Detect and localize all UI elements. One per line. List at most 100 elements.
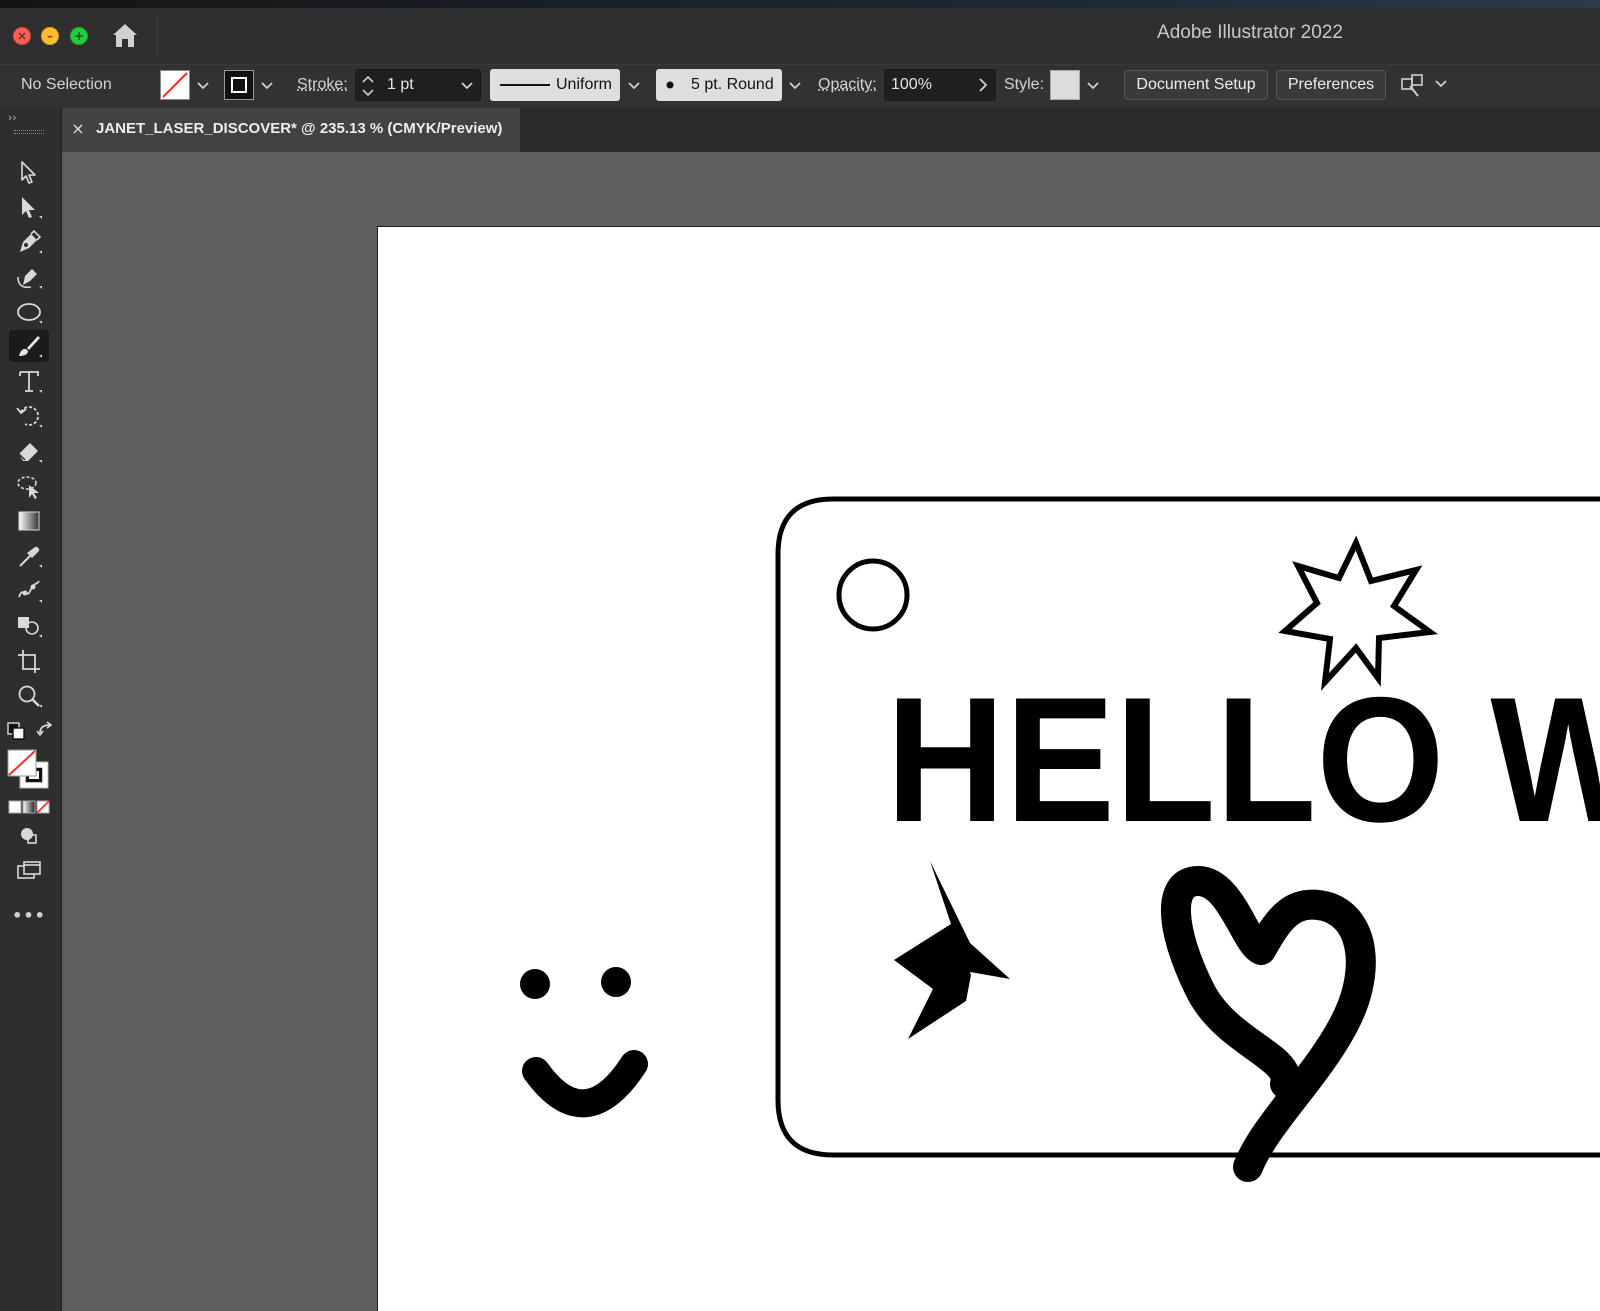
brush-definition[interactable]: 5 pt. Round — [656, 69, 782, 101]
stroke-label[interactable]: Stroke: — [297, 70, 348, 100]
document-tab-label: JANET_LASER_DISCOVER* @ 235.13 % (CMYK/P… — [96, 120, 503, 137]
lasso-tool[interactable] — [9, 470, 49, 502]
stroke-swatch[interactable] — [224, 70, 254, 100]
selection-tool[interactable] — [9, 156, 49, 188]
screen-mode-tool[interactable] — [9, 855, 49, 887]
stroke-color-icon — [231, 77, 247, 93]
heart-shape — [1160, 866, 1376, 1182]
color-controls-row — [6, 721, 56, 743]
variable-width-profile[interactable]: Uniform — [490, 69, 620, 101]
arrange-documents-button[interactable] — [1398, 70, 1428, 100]
home-icon — [113, 24, 137, 47]
artwork: HELLO W — [520, 496, 1600, 1182]
smiley-mouth — [522, 1050, 648, 1118]
artboard-tool[interactable] — [9, 645, 49, 677]
document-tab-strip: × JANET_LASER_DISCOVER* @ 235.13 % (CMYK… — [62, 108, 1600, 152]
opacity-field[interactable]: 100% — [884, 69, 996, 101]
stepper-icon — [362, 75, 374, 97]
smiley-right-eye — [601, 967, 631, 997]
tag-heading-text: HELLO W — [886, 660, 1600, 859]
curvature-tool[interactable] — [9, 261, 49, 293]
line-profile-icon — [500, 84, 550, 86]
window-close-button[interactable]: × — [13, 27, 31, 45]
chevron-right-icon — [979, 78, 988, 92]
default-colors-icon[interactable] — [6, 721, 26, 741]
stroke-weight-value: 1 pt — [387, 76, 414, 93]
minimize-icon: – — [47, 29, 53, 43]
zoom-icon: + — [73, 29, 85, 43]
selection-arrow-icon — [21, 161, 36, 184]
eyedropper-tool[interactable] — [9, 540, 49, 572]
stroke-dropdown[interactable] — [256, 70, 278, 100]
direct-selection-tool[interactable] — [9, 191, 49, 223]
type-icon — [19, 371, 42, 393]
color-mode-row — [8, 799, 50, 815]
brush-value: 5 pt. Round — [691, 76, 774, 93]
artboard[interactable]: HELLO W — [377, 226, 1600, 1311]
chevron-down-icon — [1435, 80, 1447, 88]
fill-stroke-swatches[interactable] — [6, 748, 52, 790]
lasso-icon — [17, 476, 39, 499]
document-setup-button[interactable]: Document Setup — [1124, 70, 1268, 100]
opacity-value: 100% — [891, 76, 932, 93]
ellipse-tool[interactable] — [9, 296, 49, 328]
direct-selection-arrow-icon — [22, 197, 42, 219]
chevron-down-icon — [789, 82, 801, 90]
screen-mode-icon — [17, 861, 41, 879]
title-bar: × – + Adobe Illustrator 2022 — [0, 0, 1600, 72]
brush-dropdown[interactable] — [784, 70, 806, 100]
drawing-modes-tool[interactable] — [9, 820, 49, 852]
opacity-label[interactable]: Opacity: — [818, 70, 877, 100]
canvas-area[interactable]: HELLO W — [62, 152, 1600, 1311]
collapse-panel-icon[interactable]: ›› — [8, 112, 17, 124]
close-icon: × — [16, 29, 28, 43]
arrange-documents-icon — [1401, 74, 1423, 97]
filled-star — [894, 861, 1010, 1039]
paintbrush-tool[interactable] — [9, 330, 49, 362]
gradient-tool[interactable] — [9, 505, 49, 537]
rotate-icon — [16, 406, 42, 428]
rotate-tool[interactable] — [9, 400, 49, 432]
style-label: Style: — [1004, 76, 1045, 93]
edit-toolbar-icon[interactable]: ••• — [9, 904, 49, 928]
fill-dropdown[interactable] — [192, 70, 214, 100]
stroke-weight-field[interactable]: 1 pt — [355, 69, 481, 101]
arrange-dropdown[interactable] — [1430, 70, 1452, 100]
graphic-style-swatch[interactable] — [1050, 70, 1080, 100]
title-bar-divider — [157, 16, 158, 56]
artboard-icon — [18, 650, 40, 673]
window-minimize-button[interactable]: – — [41, 27, 59, 45]
eyedropper-icon — [19, 546, 42, 568]
profile-value: Uniform — [556, 76, 613, 93]
panel-grip[interactable] — [14, 130, 44, 134]
eraser-tool[interactable] — [9, 435, 49, 467]
zoom-tool[interactable] — [9, 680, 49, 712]
selection-status: No Selection — [21, 76, 112, 93]
chevron-down-icon — [197, 82, 209, 90]
type-tool[interactable] — [9, 365, 49, 397]
document-tab[interactable]: × JANET_LASER_DISCOVER* @ 235.13 % (CMYK… — [62, 108, 520, 152]
puppet-warp-icon — [18, 580, 42, 603]
ellipse-icon — [17, 303, 42, 324]
home-button[interactable] — [110, 20, 140, 50]
puppet-warp-tool[interactable] — [9, 575, 49, 607]
shape-builder-tool[interactable] — [9, 610, 49, 642]
title-bar-top-edge — [0, 0, 1600, 8]
tools-panel: ›› ••• — [0, 108, 62, 1311]
gradient-icon — [18, 511, 40, 531]
shape-builder-icon — [18, 617, 42, 638]
magnifier-icon — [18, 685, 42, 708]
close-tab-icon[interactable]: × — [70, 118, 86, 140]
fill-stroke-icon — [7, 749, 49, 789]
pen-icon — [20, 229, 42, 254]
profile-dropdown[interactable] — [623, 70, 645, 100]
window-zoom-button[interactable]: + — [70, 27, 88, 45]
fill-swatch[interactable] — [160, 70, 190, 100]
swap-colors-icon[interactable] — [36, 721, 56, 741]
style-dropdown[interactable] — [1082, 70, 1104, 100]
chevron-down-icon — [628, 82, 640, 90]
control-bar: No Selection Stroke: 1 pt Uniform 5 pt. … — [0, 64, 1600, 108]
pen-tool[interactable] — [9, 226, 49, 258]
preferences-button[interactable]: Preferences — [1276, 70, 1386, 100]
color-mode-icons[interactable] — [8, 799, 50, 815]
